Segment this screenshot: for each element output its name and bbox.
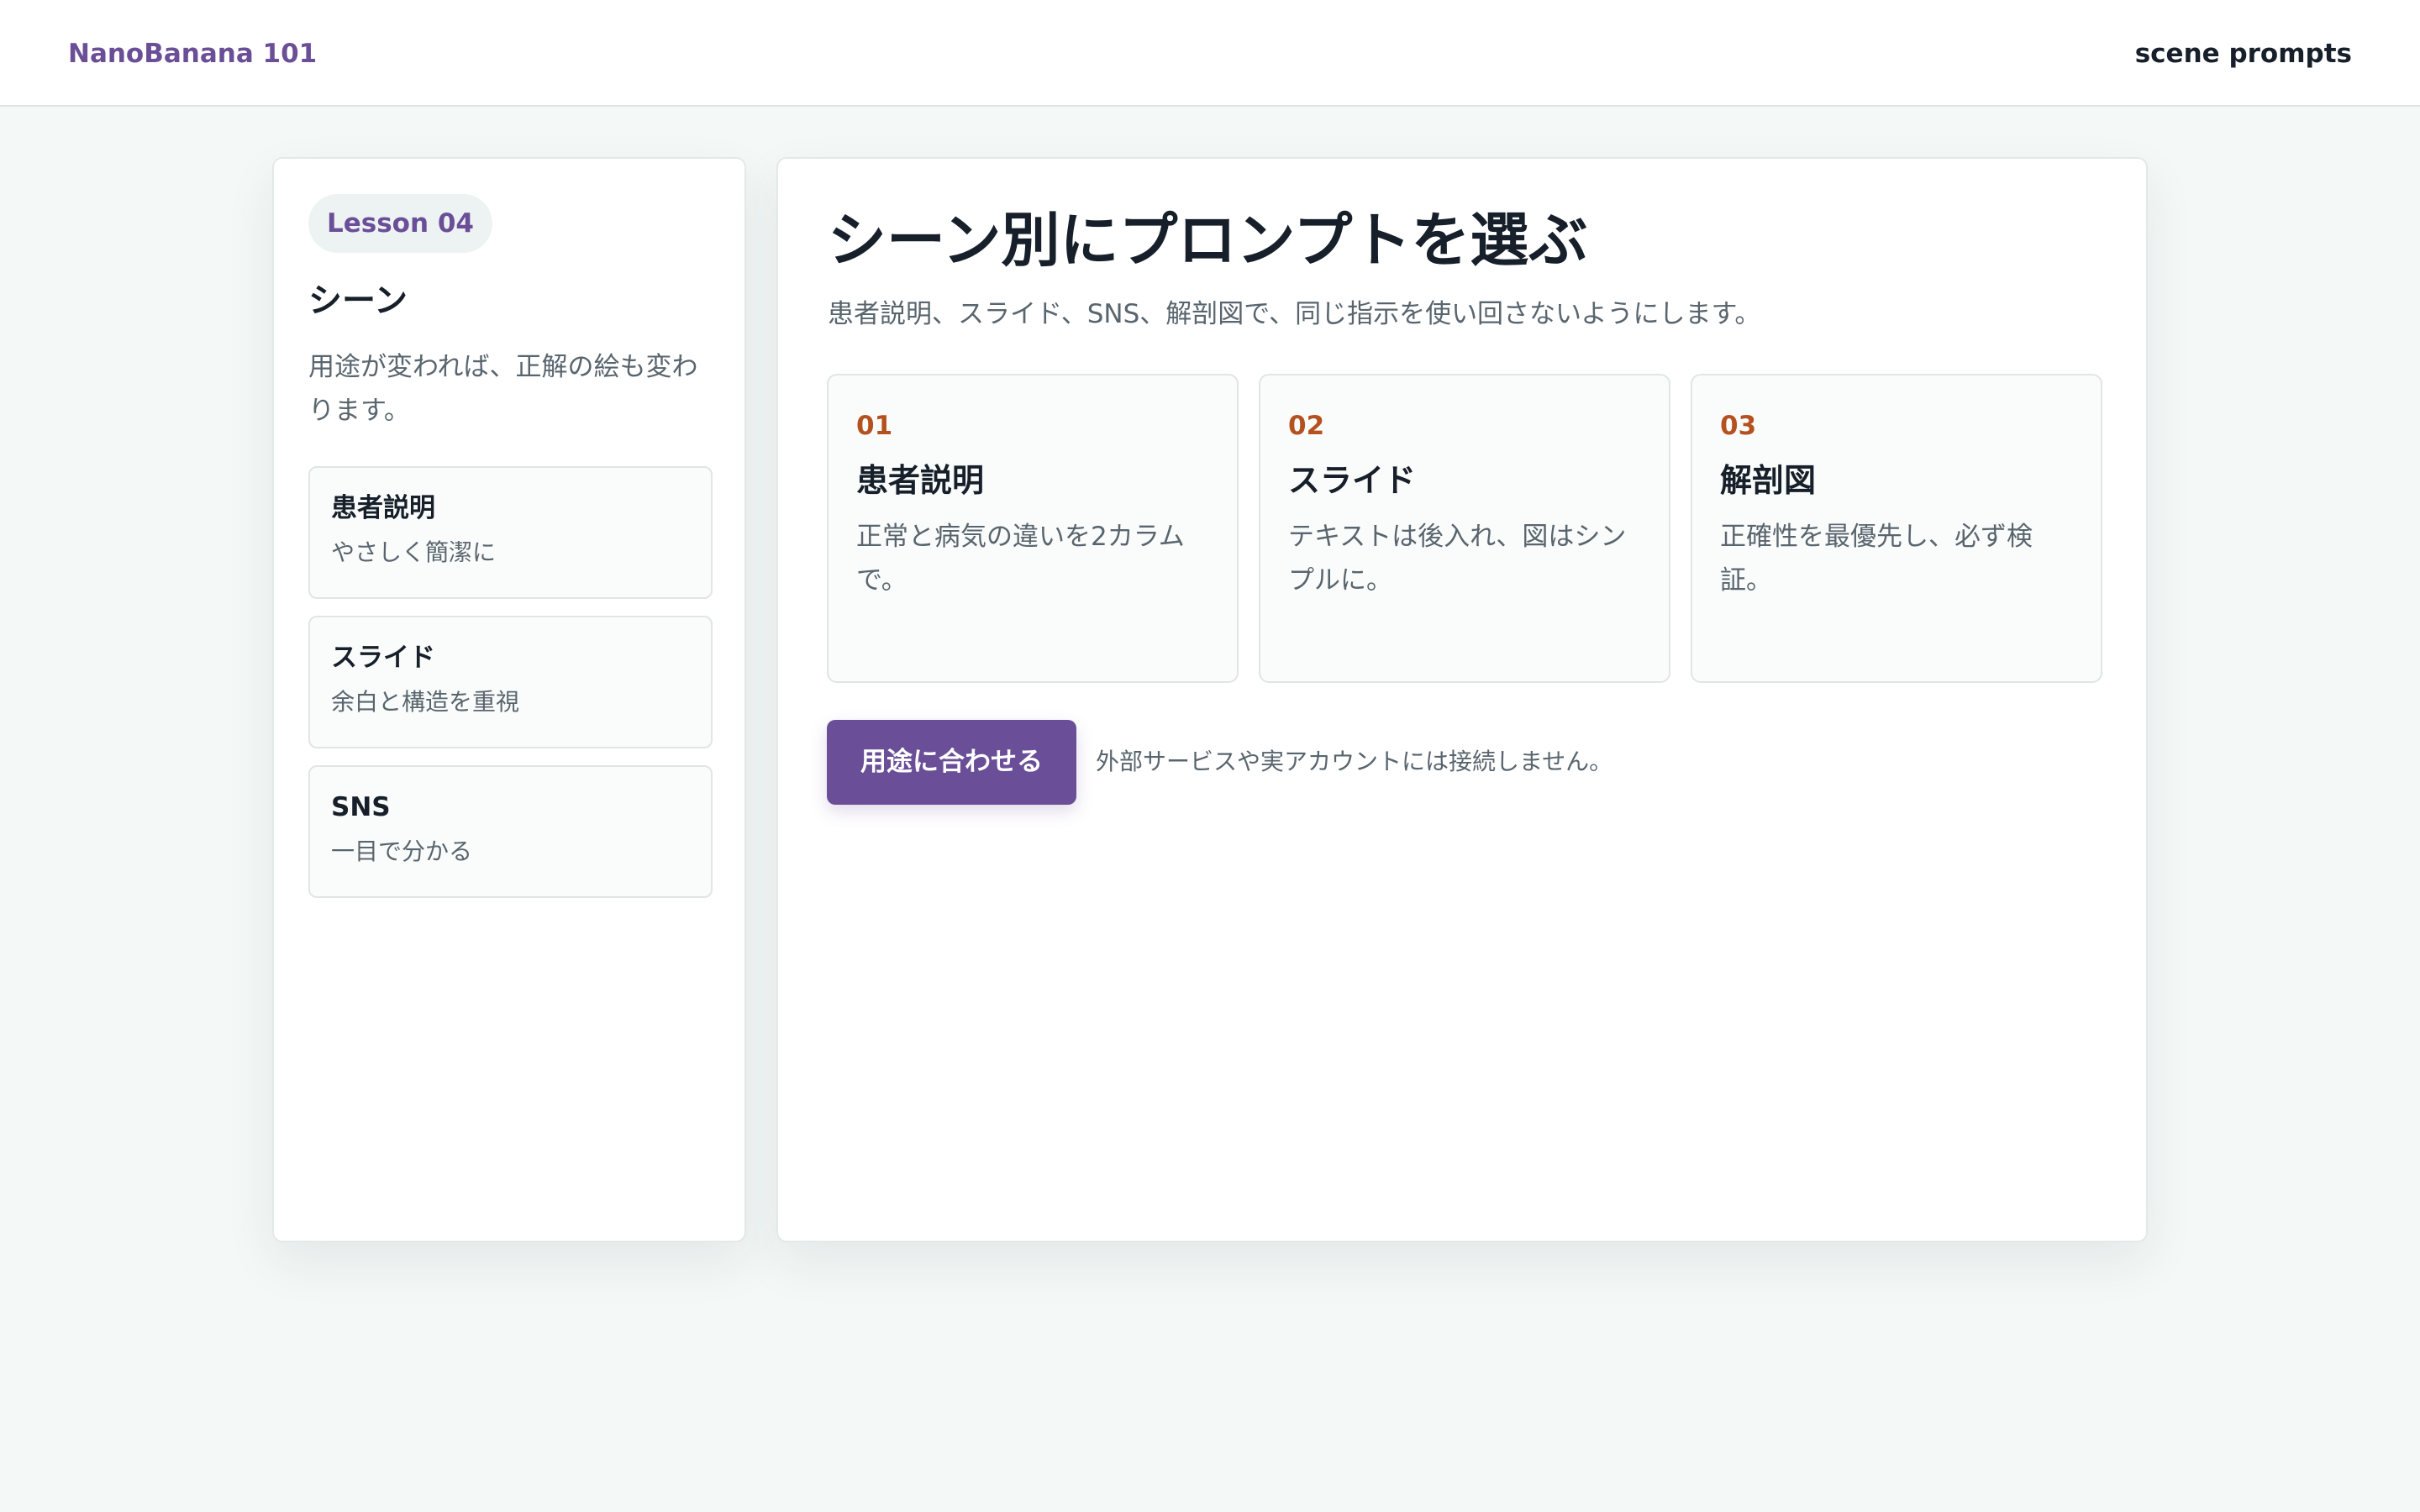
page-title: シーン別にプロンプトを選ぶ: [828, 206, 1588, 275]
scene-item-title: SNS: [331, 792, 391, 822]
scene-item-slide[interactable]: スライド 余白と構造を重視: [308, 616, 713, 748]
brand-logo-text[interactable]: NanoBanana 101: [68, 37, 317, 71]
step-number: 01: [856, 411, 893, 441]
scene-item-title: スライド: [331, 643, 435, 673]
step-title: 解剖図: [1720, 462, 1817, 499]
scene-item-subtitle: 一目で分かる: [331, 837, 473, 865]
step-title: スライド: [1288, 462, 1417, 499]
step-title: 患者説明: [856, 462, 985, 499]
page-subtitle: 患者説明、スライド、SNS、解剖図で、同じ指示を使い回さないようにします。: [828, 299, 1761, 329]
section-label: scene prompts: [2134, 39, 2352, 69]
step-card-slide: 02 スライド テキストは後入れ、図はシンプルに。: [1259, 374, 1670, 683]
lesson-badge: Lesson 04: [308, 194, 492, 253]
sidebar-title: シーン: [308, 281, 408, 320]
step-description: 正常と病気の違いを2カラムで。: [856, 522, 1185, 596]
main-panel: シーン別にプロンプトを選ぶ 患者説明、スライド、SNS、解剖図で、同じ指示を使い…: [776, 157, 2148, 1242]
lesson-sidebar: Lesson 04 シーン 用途が変われば、正解の絵も変わります。 患者説明 や…: [272, 157, 746, 1242]
scene-item-title: 患者説明: [331, 493, 435, 523]
step-card-anatomy: 03 解剖図 正確性を最優先し、必ず検証。: [1691, 374, 2102, 683]
step-description: 正確性を最優先し、必ず検証。: [1720, 522, 2033, 596]
scene-item-subtitle: 余白と構造を重視: [331, 688, 520, 716]
scene-item-subtitle: やさしく簡潔に: [331, 538, 497, 566]
scene-item-sns[interactable]: SNS 一目で分かる: [308, 765, 713, 898]
step-number: 03: [1720, 411, 1757, 441]
top-bar: NanoBanana 101 scene prompts: [0, 0, 2420, 107]
match-usage-button[interactable]: 用途に合わせる: [827, 720, 1076, 805]
step-card-patient: 01 患者説明 正常と病気の違いを2カラムで。: [827, 374, 1239, 683]
sidebar-description: 用途が変われば、正解の絵も変わります。: [308, 352, 698, 426]
scene-item-patient[interactable]: 患者説明 やさしく簡潔に: [308, 466, 713, 599]
step-number: 02: [1288, 411, 1325, 441]
step-description: テキストは後入れ、図はシンプルに。: [1288, 522, 1627, 596]
action-note: 外部サービスや実アカウントには接続しません。: [1096, 748, 1613, 775]
